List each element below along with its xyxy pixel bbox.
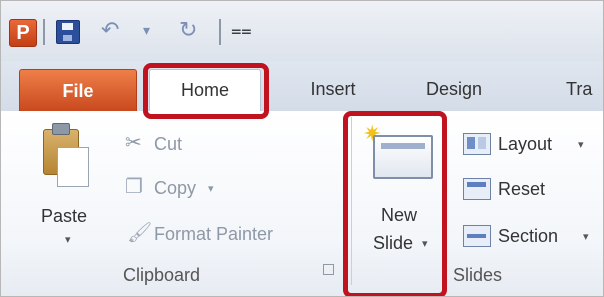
- tab-insert[interactable]: Insert: [293, 71, 373, 107]
- new-slide-label-line2: Slide: [373, 233, 414, 253]
- section-label: Section: [498, 226, 559, 246]
- tab-transitions[interactable]: Tra: [566, 71, 603, 107]
- group-divider: [351, 117, 352, 285]
- reset-icon: [463, 178, 491, 200]
- new-slide-icon: [373, 135, 433, 179]
- paste-dropdown-icon: ▾: [65, 234, 71, 246]
- new-slide-label-line1: New: [381, 205, 418, 225]
- new-slide-dropdown-icon: ▾: [422, 238, 428, 250]
- clipboard-dialog-launcher-icon[interactable]: [323, 264, 334, 275]
- toolbar-divider: [219, 19, 221, 45]
- powerpoint-icon[interactable]: P: [9, 19, 37, 47]
- customize-toolbar-icon[interactable]: ⩵: [231, 21, 252, 39]
- section-dropdown-icon: ▾: [583, 231, 589, 243]
- undo-dropdown-icon[interactable]: ▾: [143, 23, 150, 37]
- layout-icon: [463, 133, 491, 155]
- ribbon-window: P ↶ ▾ ↻ ⩵ File Home Insert Design Tra Pa…: [0, 0, 604, 297]
- slides-group-label: Slides: [453, 265, 503, 285]
- copy-label: Copy: [154, 178, 197, 198]
- reset-label: Reset: [498, 179, 546, 199]
- ribbon-tabs: File Home Insert Design Tra: [1, 61, 603, 112]
- undo-icon[interactable]: ↶: [101, 19, 119, 41]
- layout-label: Layout: [498, 134, 553, 154]
- scissors-icon: ✂: [125, 132, 142, 154]
- tab-file[interactable]: File: [19, 69, 137, 111]
- tab-home[interactable]: Home: [149, 69, 261, 112]
- toolbar-divider: [43, 19, 45, 45]
- save-icon[interactable]: [56, 20, 80, 44]
- quick-access-toolbar: P ↶ ▾ ↻ ⩵: [1, 1, 603, 61]
- paste-sheet-icon: [57, 147, 89, 187]
- layout-dropdown-icon: ▾: [578, 139, 584, 151]
- clipboard-group-label: Clipboard: [123, 265, 201, 285]
- paintbrush-icon: 🖌: [127, 222, 153, 244]
- section-icon: [463, 225, 491, 247]
- cut-label: Cut: [154, 134, 183, 154]
- copy-dropdown-icon: ▾: [208, 183, 214, 195]
- tab-design[interactable]: Design: [406, 71, 502, 107]
- copy-icon: ❐: [125, 176, 143, 198]
- clip-icon: [52, 123, 70, 135]
- paste-label: Paste: [41, 206, 88, 226]
- format-painter-label: Format Painter: [154, 224, 274, 244]
- redo-icon[interactable]: ↻: [179, 19, 197, 41]
